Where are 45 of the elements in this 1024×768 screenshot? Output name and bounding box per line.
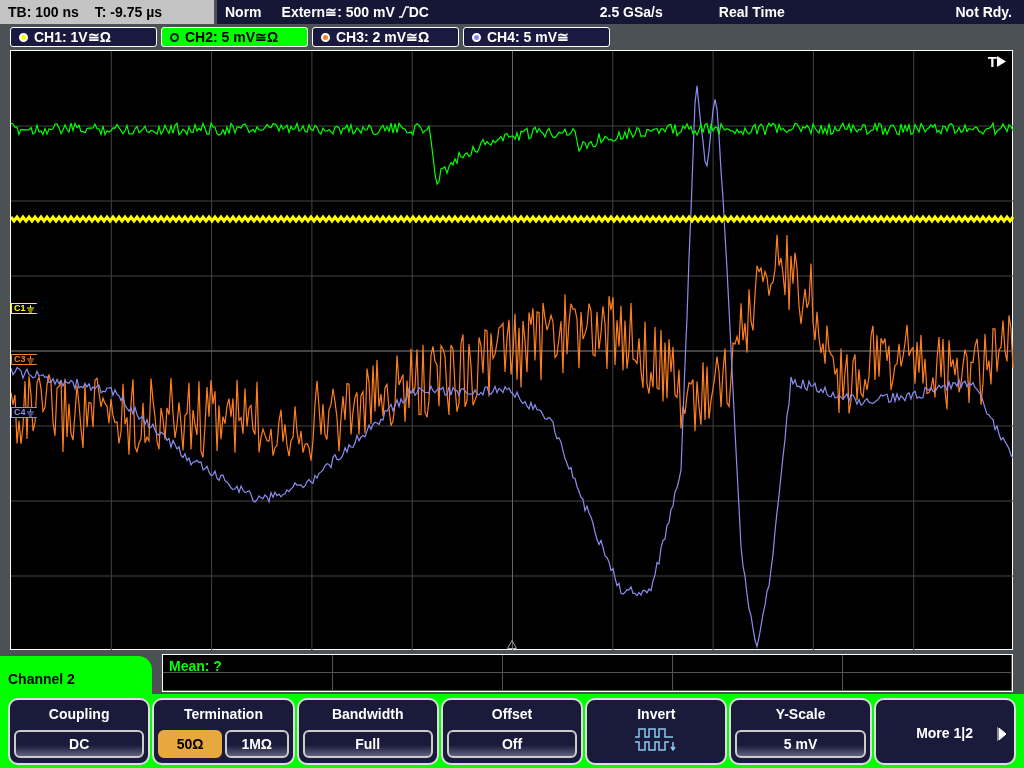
square-wave-icon	[635, 727, 678, 753]
trigger-time-label: T: -9.75 µs	[94, 2, 163, 22]
softkey-panel[interactable]: Coupling DC	[8, 698, 151, 765]
rising-edge-icon	[398, 6, 409, 18]
play-icon	[996, 726, 1006, 741]
ground-icon	[26, 304, 34, 313]
softkey-panel[interactable]: Y-Scale 5 mV	[729, 698, 872, 765]
softkey-value[interactable]: DC	[14, 730, 145, 758]
softkey-panel[interactable]: Invert	[585, 698, 728, 765]
option-button[interactable]: 50Ω	[158, 730, 222, 758]
softkey-label: Invert	[637, 705, 676, 724]
channel-marker[interactable]: C3	[11, 354, 43, 365]
sample-rate-label: 2.5 GSa/s	[599, 2, 663, 22]
play-icon	[997, 56, 1006, 67]
more-label: More 1|2	[916, 724, 973, 743]
channel-tab[interactable]: CH2: 5 mV≅Ω	[161, 27, 308, 47]
softkey-label: Coupling	[48, 705, 110, 724]
timebase-label: TB: 100 ns	[8, 2, 79, 22]
ground-icon	[26, 355, 34, 364]
trigger-marker: T	[987, 54, 997, 69]
softkey-value[interactable]: 5 mV	[735, 730, 866, 758]
softkey-label: Offset	[491, 705, 533, 724]
channel-marker[interactable]: C1	[11, 303, 43, 314]
acquisition-mode-label: Real Time	[718, 2, 785, 22]
channel-tab[interactable]: CH4: 5 mV≅	[463, 27, 610, 47]
channel-tab[interactable]: CH1: 1V≅Ω	[10, 27, 157, 47]
option-button[interactable]: 1MΩ	[224, 730, 289, 758]
trigger-mode-label: Norm	[225, 2, 262, 22]
softkey-panel[interactable]: Termination 50Ω 1MΩ	[152, 698, 295, 765]
trigger-coupling-label: DC	[408, 2, 429, 22]
softkey-label: Y-Scale	[775, 705, 826, 724]
softkey-panel[interactable]: Bandwidth Full	[296, 698, 439, 765]
softkey-panel[interactable]: More 1|2	[873, 698, 1016, 765]
channel-marker[interactable]: C4	[11, 407, 43, 418]
trigger-position-icon	[507, 640, 517, 649]
softkey-label: Bandwidth	[331, 705, 404, 724]
trigger-source-label: Extern≅: 500 mV	[281, 2, 395, 22]
softkey-panel[interactable]: Offset Off	[440, 698, 584, 765]
softkey-value[interactable]: Off	[446, 730, 578, 758]
softkey-value[interactable]: Full	[302, 730, 433, 758]
run-state-label: Not Rdy.	[955, 2, 1012, 22]
softkey-label: Termination	[183, 705, 263, 724]
channel-tab[interactable]: CH3: 2 mV≅Ω	[312, 27, 459, 47]
measurement-label: Mean: ?	[169, 657, 222, 676]
ground-icon	[26, 408, 34, 417]
